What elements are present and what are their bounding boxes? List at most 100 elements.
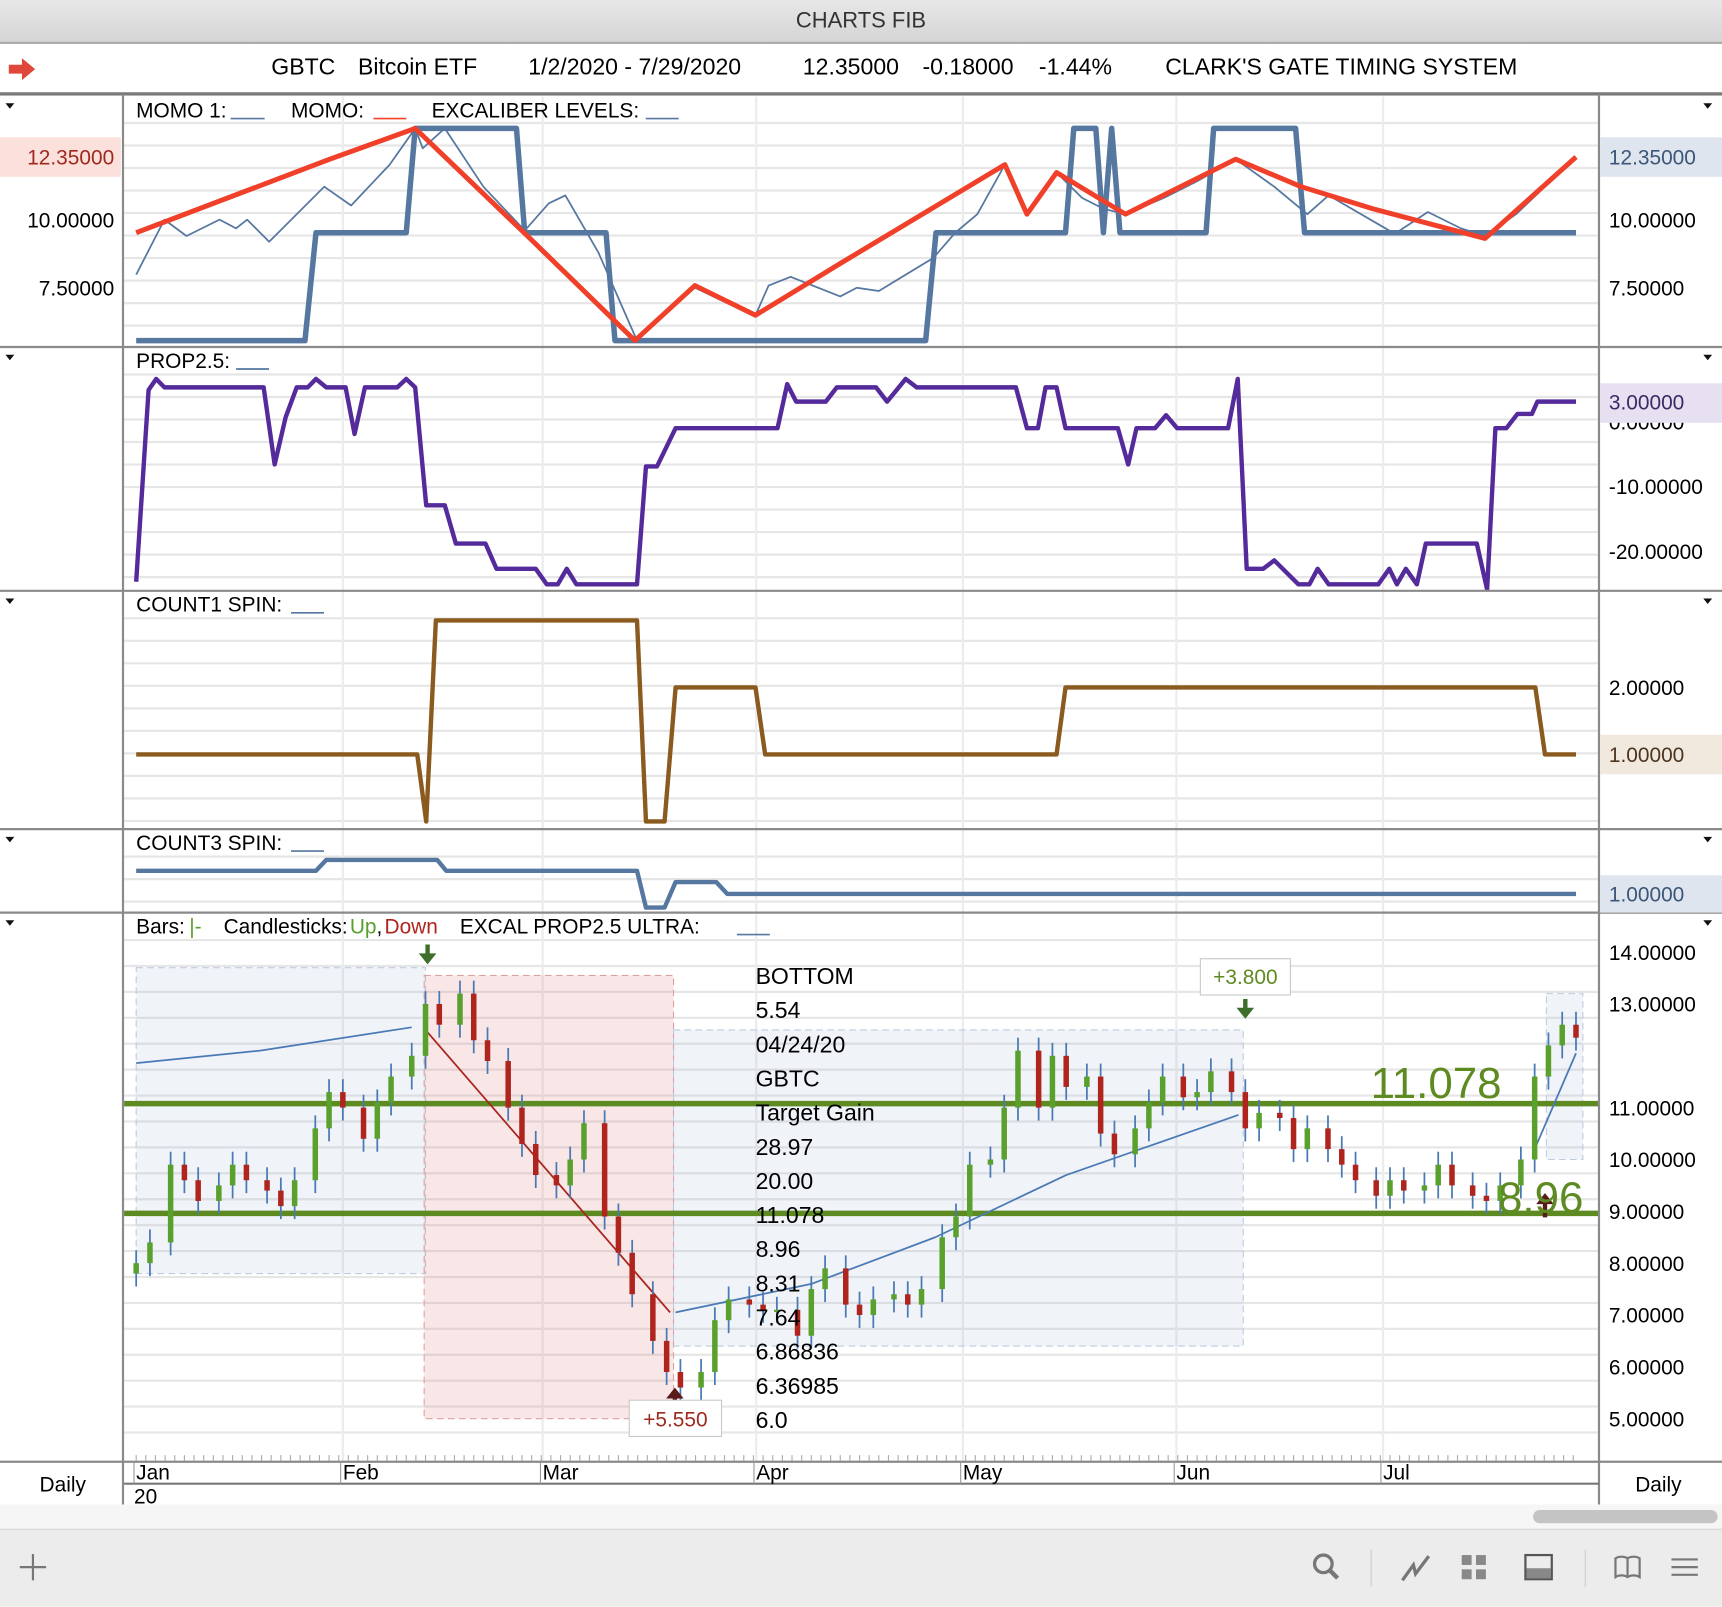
chart-area[interactable]: 10.00000 10.000007.50000 7.500000.00000-10… [0,0,1722,1507]
horizontal-scrollbar[interactable] [0,1504,1722,1529]
candle-up [1545,1045,1552,1077]
candle-up [918,1289,925,1305]
legend-momo: MOMO: [291,100,364,123]
legend-prop: PROP2.5: [136,350,230,373]
candle-up [326,1092,332,1129]
arrow-down-icon [1236,998,1255,1019]
prop-tick: -10.00000 [1609,476,1703,499]
menu-icon[interactable] [1667,1550,1702,1585]
candle-down [243,1164,250,1181]
momo-right-last-value: 12.35000 [1609,147,1696,170]
candle-up [712,1320,718,1373]
candle-up [408,1055,415,1077]
legend-excaliber: EXCALIBER LEVELS: [432,100,640,123]
count3-line [136,857,1576,910]
momo-right-tick: 10.00000 [1609,209,1696,232]
candle-down [843,1268,849,1305]
level-low-label: 8.96 [1498,1173,1583,1222]
legend-excal: EXCAL PROP2.5 ULTRA: [460,915,700,938]
line-chart-icon[interactable] [1398,1550,1433,1585]
momo-left-tick: 7.50000 [39,277,114,300]
candle-down [1277,1112,1283,1119]
count1-tick: 2.00000 [1609,677,1684,700]
candle-up [870,1299,877,1315]
candle-up [1256,1112,1262,1129]
candle-down [1180,1076,1187,1098]
legend-comma: , [377,915,383,938]
candle-down [360,1107,367,1139]
candle-up [1015,1050,1021,1108]
period-right[interactable]: Daily [1635,1473,1682,1496]
candle-down [629,1252,635,1295]
charts-window: CHARTS FIB GBTC Bitcoin ETF 1/2/2020 - 7… [0,0,1722,1607]
candle-up [422,1003,429,1056]
period-left[interactable]: Daily [40,1473,87,1496]
candle-up [1304,1128,1311,1150]
fib-list-item: 5.54 [756,997,801,1023]
price-tick: 10.00000 [1609,1149,1696,1172]
prop-tick: -20.00000 [1609,541,1703,564]
candle-up [147,1242,153,1264]
candle-up [388,1076,394,1103]
prop25-line [133,376,1576,592]
candle-down [484,1040,491,1062]
bottom-toolbar [0,1528,1722,1607]
legend-count1: COUNT1 SPIN: [136,594,282,617]
momo-left-tick: 10.00000 [27,209,114,232]
candle-up [1531,1076,1538,1160]
momo-left-last-value: 12.35000 [27,147,114,170]
add-icon[interactable] [15,1550,50,1585]
grid-layout-icon[interactable] [1456,1550,1491,1585]
candle-down [264,1180,270,1191]
candle-down [505,1061,511,1108]
scrollbar-thumb[interactable] [1533,1510,1718,1524]
candle-up [1559,1024,1565,1046]
candle-down [1573,1024,1579,1038]
candle-down [1469,1185,1476,1196]
book-icon[interactable] [1610,1550,1645,1585]
price-tick: 13.00000 [1609,994,1696,1017]
candle-up [1421,1185,1428,1191]
candle-up [967,1164,973,1217]
legend-down: Down [385,915,438,938]
candle-up [822,1268,828,1290]
candle-up [1387,1180,1393,1196]
price-tick: 14.00000 [1609,942,1696,965]
candle-down [856,1304,863,1315]
candle-down [1339,1149,1345,1165]
candle-up [953,1216,959,1238]
fib-list-item: 20.00 [756,1168,814,1194]
dropdown-arrow-icon [1703,920,1713,926]
dropdown-arrow-icon [1703,103,1713,109]
time-axis: Jan Feb Mar Apr May Jun Jul [133,1455,1574,1484]
fib-list-item: GBTC [756,1065,820,1091]
candle-up [312,1128,319,1181]
candle-down [746,1299,753,1305]
candle-down [532,1143,539,1176]
fib-list-item: 6.36985 [756,1373,839,1399]
month-label: Apr [756,1461,789,1484]
month-label: Feb [343,1461,379,1484]
month-label: Mar [543,1461,579,1484]
dropdown-arrow-icon [5,920,15,926]
price-tick: 11.00000 [1609,1097,1694,1120]
fib-list-item: BOTTOM [756,963,854,989]
price-tick: 5.00000 [1609,1408,1684,1431]
candle-down [1228,1071,1235,1093]
candle-down [1483,1195,1490,1201]
candle-down [1325,1128,1331,1150]
fib-list-item: 6.86836 [756,1339,839,1365]
candle-down [1242,1092,1249,1129]
fib-list-item: 8.31 [756,1270,801,1296]
panel-layout-icon[interactable] [1521,1550,1556,1585]
candle-up [1159,1076,1166,1103]
candle-down [1401,1180,1407,1191]
legend-bars: Bars: [136,915,185,938]
candle-up [891,1294,897,1300]
candle-up [1194,1092,1200,1098]
candle-down [278,1190,284,1207]
candle-up [1435,1164,1441,1186]
search-icon[interactable] [1309,1550,1344,1585]
candle-up [1208,1071,1214,1093]
gain-up-value: +3.800 [1213,966,1277,989]
